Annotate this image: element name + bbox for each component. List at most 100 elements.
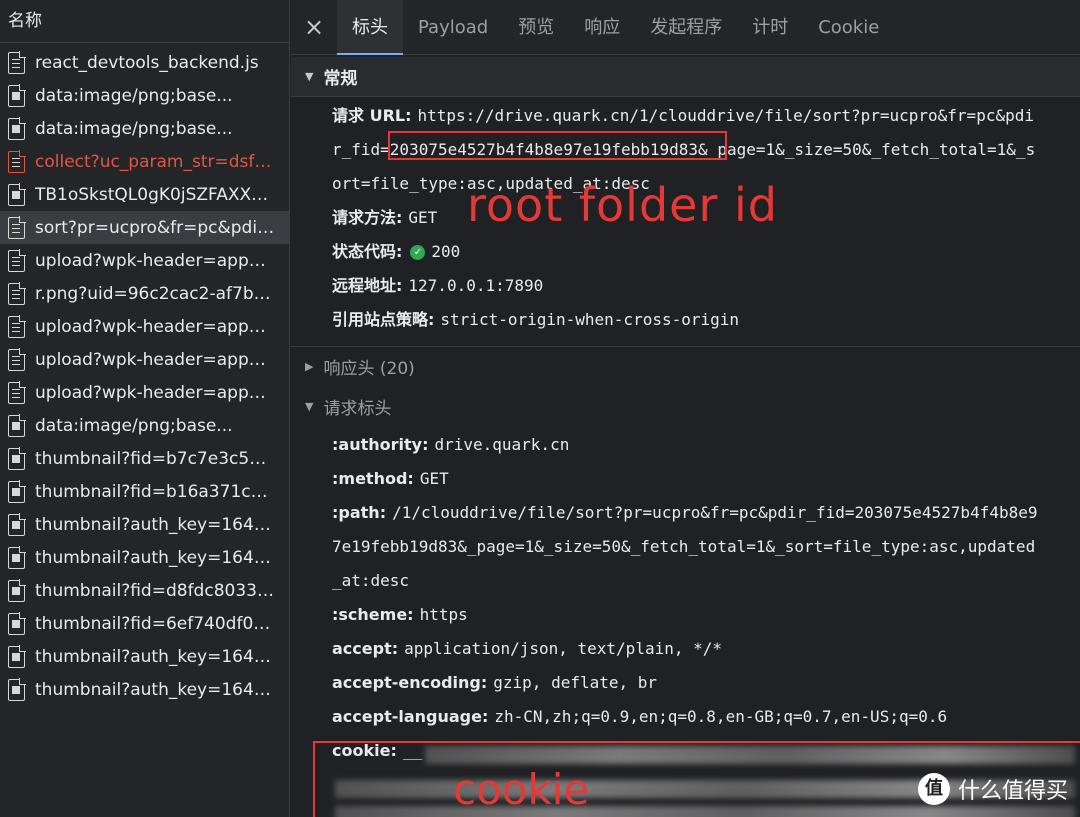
method-value[interactable]: GET — [420, 469, 449, 488]
image-file-icon — [8, 677, 26, 701]
request-row[interactable]: upload?wpk-header=app%... — [0, 376, 290, 409]
request-row[interactable]: TB1oSkstQL0gK0jSZFAXXcA... — [0, 178, 290, 211]
referrer-policy-row: 引用站点策略: strict-origin-when-cross-origin — [332, 303, 1080, 337]
path-value-line1[interactable]: /1/clouddrive/file/sort?pr=ucpro&fr=pc&p… — [392, 503, 1037, 522]
request-name: thumbnail?fid=b7c7e3c52f6... — [35, 448, 275, 469]
path-value-line2[interactable]: 7e19febb19d83&_page=1&_size=50&_fetch_to… — [332, 537, 1035, 556]
authority-key: :authority: — [332, 435, 429, 454]
request-headers-section: :authority: drive.quark.cn :method: GET :p… — [291, 426, 1080, 768]
request-row[interactable]: upload?wpk-header=app%... — [0, 343, 290, 376]
path-row-2: 7e19febb19d83&_page=1&_size=50&_fetch_to… — [332, 530, 1080, 564]
request-headers-title: 请求标头 — [323, 398, 392, 419]
request-name: upload?wpk-header=app%... — [35, 316, 275, 337]
watermark: 值 什么值得买 — [917, 773, 1068, 805]
image-file-icon — [8, 182, 26, 206]
accept-key: accept: — [332, 639, 399, 658]
request-row[interactable]: upload?wpk-header=app%... — [0, 244, 290, 277]
tab-payload[interactable]: Payload — [403, 0, 503, 55]
tab-preview[interactable]: 预览 — [503, 0, 569, 55]
request-url-key: 请求 URL: — [332, 106, 412, 125]
scheme-key: :scheme: — [332, 605, 414, 624]
tab-initiator[interactable]: 发起程序 — [635, 0, 737, 55]
response-headers-section-header[interactable]: ▶ 响应头 (20) — [291, 346, 1080, 386]
request-row[interactable]: data:image/png;base... — [0, 79, 290, 112]
accept-language-row: accept-language: zh-CN,zh;q=0.9,en;q=0.8,… — [332, 700, 1080, 734]
image-file-icon — [8, 545, 26, 569]
accept-encoding-value[interactable]: gzip, deflate, br — [493, 673, 657, 692]
request-name: react_devtools_backend.js — [35, 52, 259, 73]
image-file-icon — [8, 611, 26, 635]
accept-value[interactable]: application/json, text/plain, */* — [404, 639, 722, 658]
request-row[interactable]: thumbnail?auth_key=16451... — [0, 541, 290, 574]
path-row-3: _at:desc — [332, 564, 1080, 598]
request-name: TB1oSkstQL0gK0jSZFAXXcA... — [35, 184, 275, 205]
tab-response[interactable]: 响应 — [569, 0, 635, 55]
request-name: upload?wpk-header=app%... — [35, 382, 275, 403]
request-row[interactable]: collect?uc_param_str=dsfrpf... — [0, 145, 290, 178]
request-name: thumbnail?auth_key=16451... — [35, 514, 275, 535]
accept-row: accept: application/json, text/plain, */* — [332, 632, 1080, 666]
referrer-policy-value[interactable]: strict-origin-when-cross-origin — [440, 310, 739, 329]
request-method-key: 请求方法: — [332, 208, 403, 227]
request-row[interactable]: thumbnail?fid=b7c7e3c52f6... — [0, 442, 290, 475]
request-name: thumbnail?fid=d8fdc8033d... — [35, 580, 275, 601]
path-key: :path: — [332, 503, 387, 522]
request-name: thumbnail?fid=6ef740df04ff... — [35, 613, 275, 634]
request-row[interactable]: r.png?uid=96c2cac2-af7b-4... — [0, 277, 290, 310]
request-row[interactable]: data:image/png;base... — [0, 409, 290, 442]
accept-language-value[interactable]: zh-CN,zh;q=0.9,en;q=0.8,en-GB;q=0.7,en-U… — [494, 707, 947, 726]
doc-file-icon — [8, 380, 26, 404]
remote-address-value[interactable]: 127.0.0.1:7890 — [408, 276, 543, 295]
scheme-value[interactable]: https — [420, 605, 468, 624]
image-file-icon — [8, 479, 26, 503]
image-file-icon — [8, 413, 26, 437]
smzdm-logo-icon: 值 — [917, 773, 950, 805]
request-row[interactable]: thumbnail?fid=d8fdc8033d... — [0, 574, 290, 607]
accept-encoding-row: accept-encoding: gzip, deflate, br — [332, 666, 1080, 700]
triangle-down-icon: ▼ — [305, 70, 314, 83]
name-column-header[interactable]: 名称 — [0, 0, 289, 43]
referrer-policy-key: 引用站点策略: — [332, 310, 435, 329]
watermark-text: 什么值得买 — [957, 779, 1068, 804]
request-name: thumbnail?fid=b16a371c10... — [35, 481, 275, 502]
detail-tab-bar: × 标头 Payload 预览 响应 发起程序 计时 Cookie — [291, 0, 1080, 55]
request-name: data:image/png;base... — [35, 118, 233, 139]
request-row[interactable]: react_devtools_backend.js — [0, 46, 290, 79]
response-headers-title: 响应头 (20) — [323, 359, 415, 379]
doc-file-icon — [8, 149, 26, 173]
request-name: r.png?uid=96c2cac2-af7b-4... — [35, 283, 275, 304]
accept-language-key: accept-language: — [332, 707, 489, 726]
request-url-value-line1[interactable]: https://drive.quark.cn/1/clouddrive/file… — [417, 106, 1034, 125]
request-name: collect?uc_param_str=dsfrpf... — [35, 151, 275, 172]
request-row[interactable]: thumbnail?fid=6ef740df04ff... — [0, 607, 290, 640]
root-folder-id-highlight-box — [388, 131, 727, 160]
request-url-row: 请求 URL: https://drive.quark.cn/1/clouddri… — [332, 99, 1080, 133]
status-code-value[interactable]: 200 — [431, 242, 460, 261]
method-key: :method: — [332, 469, 414, 488]
general-section-header[interactable]: ▼ 常规 — [291, 57, 1080, 97]
authority-value[interactable]: drive.quark.cn — [434, 435, 569, 454]
image-file-icon — [8, 512, 26, 536]
request-row[interactable]: sort?pr=ucpro&fr=pc&pdir... — [0, 211, 290, 244]
request-detail-panel: × 标头 Payload 预览 响应 发起程序 计时 Cookie ▼ 常规 请… — [291, 0, 1080, 817]
request-row[interactable]: thumbnail?auth_key=16451... — [0, 673, 290, 706]
request-headers-section-header[interactable]: ▼ 请求标头 — [291, 386, 1080, 426]
request-row[interactable]: upload?wpk-header=app%... — [0, 310, 290, 343]
path-value-line3[interactable]: _at:desc — [332, 571, 409, 590]
request-row[interactable]: thumbnail?fid=b16a371c10... — [0, 475, 290, 508]
tab-headers[interactable]: 标头 — [337, 0, 403, 55]
request-method-value[interactable]: GET — [408, 208, 437, 227]
request-row[interactable]: thumbnail?auth_key=16451... — [0, 640, 290, 673]
request-row[interactable]: thumbnail?auth_key=16451... — [0, 508, 290, 541]
close-icon[interactable]: × — [291, 13, 337, 41]
tab-timing[interactable]: 计时 — [737, 0, 803, 55]
triangle-right-icon: ▶ — [305, 360, 314, 373]
status-code-row: 状态代码: ✓ 200 — [332, 235, 1080, 269]
authority-row: :authority: drive.quark.cn — [332, 428, 1080, 462]
request-name: thumbnail?auth_key=16451... — [35, 679, 275, 700]
accept-encoding-key: accept-encoding: — [332, 673, 488, 692]
tab-cookie[interactable]: Cookie — [803, 0, 894, 55]
image-file-icon — [8, 83, 26, 107]
request-row[interactable]: data:image/png;base... — [0, 112, 290, 145]
image-file-icon — [8, 644, 26, 668]
